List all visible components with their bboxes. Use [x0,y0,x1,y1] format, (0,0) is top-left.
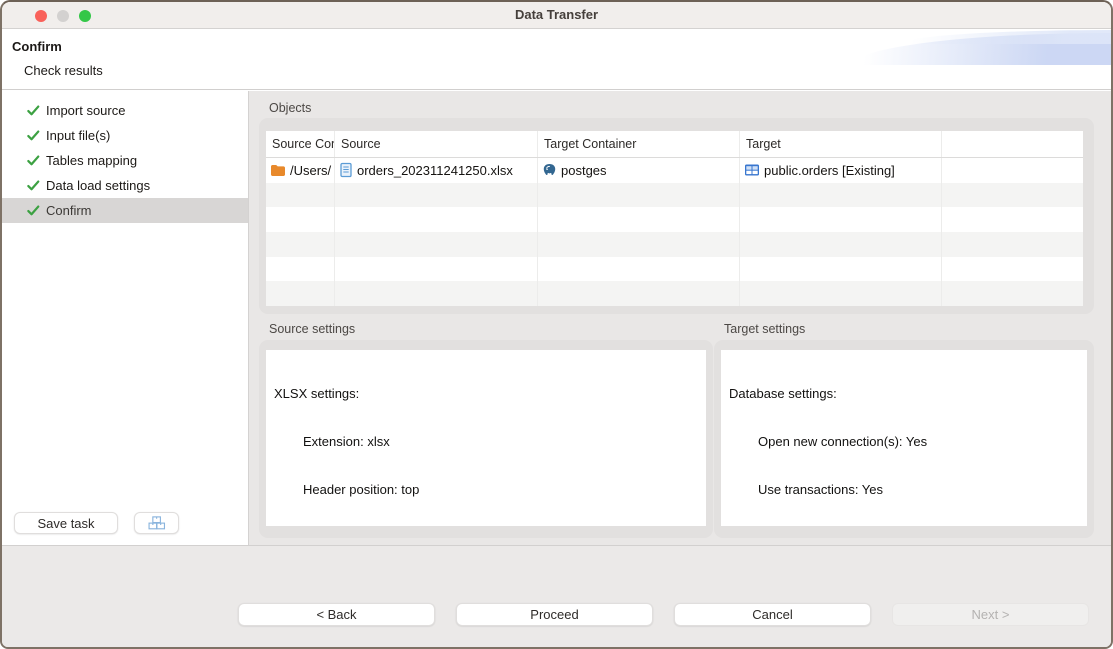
column-header-target-container[interactable]: Target Container [538,131,740,157]
table-row-empty[interactable] [266,232,1083,257]
source-settings-group: XLSX settings: Extension: xlsx Header po… [259,340,713,538]
step-label: Tables mapping [46,153,137,168]
step-label: Data load settings [46,178,150,193]
target-settings-title: Database settings: [729,386,1087,402]
table-icon [744,163,760,177]
check-icon [26,128,41,143]
file-icon [339,162,353,178]
table-row-empty[interactable] [266,183,1083,208]
stacked-boxes-icon [147,515,167,532]
check-icon [26,203,41,218]
table-row-empty[interactable] [266,207,1083,232]
setting-line: Extension: xlsx [274,434,706,450]
next-button: Next > [892,603,1089,626]
column-header-source-container[interactable]: Source Container [266,131,335,157]
check-icon [26,178,41,193]
check-icon [26,153,41,168]
table-row[interactable]: /Users/ orders_202311241250.xlsx postges [266,158,1083,183]
setting-line: Open new connection(s): Yes [729,434,1087,450]
target-settings-text: Database settings: Open new connection(s… [721,350,1087,526]
column-header-empty [942,131,1083,157]
save-task-button[interactable]: Save task [14,512,118,534]
step-label: Import source [46,103,125,118]
check-icon [26,103,41,118]
source-cell: orders_202311241250.xlsx [357,163,513,178]
wizard-steps-sidebar: Import source Input file(s) Tables mappi… [2,91,249,545]
step-label: Confirm [46,203,92,218]
source-container-cell: /Users/ [290,163,331,178]
setting-line: Header position: top [274,482,706,498]
objects-table: Source Container Source Target Container… [266,131,1083,306]
cancel-button[interactable]: Cancel [674,603,871,626]
target-cell: public.orders [Existing] [764,163,895,178]
step-import-source[interactable]: Import source [2,98,248,123]
target-settings-group-label: Target settings [724,322,805,336]
page-title: Confirm [12,39,62,54]
objects-table-header: Source Container Source Target Container… [266,131,1083,158]
step-data-load-settings[interactable]: Data load settings [2,173,248,198]
objects-group-label: Objects [269,101,311,115]
steps-list: Import source Input file(s) Tables mappi… [2,91,248,223]
setting-line: Use transactions: Yes [729,482,1087,498]
target-container-cell: postges [561,163,607,178]
banner-swoosh-highlight [901,30,1111,44]
window-title: Data Transfer [2,7,1111,22]
table-row-empty[interactable] [266,257,1083,282]
folder-icon [270,163,286,177]
step-confirm[interactable]: Confirm [2,198,248,223]
confirm-content: Objects Source Container Source Target C… [249,91,1111,545]
back-button[interactable]: < Back [238,603,435,626]
source-settings-text: XLSX settings: Extension: xlsx Header po… [266,350,706,526]
postgresql-icon [542,163,557,178]
main-area: Import source Input file(s) Tables mappi… [2,91,1111,545]
data-transfer-window: Data Transfer Confirm Check results Impo… [0,0,1113,649]
table-row-empty[interactable] [266,281,1083,306]
page-subtitle: Check results [24,63,103,78]
proceed-button[interactable]: Proceed [456,603,653,626]
wizard-banner: Confirm Check results [2,30,1111,90]
column-header-source[interactable]: Source [335,131,538,157]
title-bar: Data Transfer [2,2,1111,29]
objects-group: Source Container Source Target Container… [259,118,1094,314]
footer-bar: < Back Proceed Cancel Next > [2,545,1111,647]
step-tables-mapping[interactable]: Tables mapping [2,148,248,173]
source-settings-title: XLSX settings: [274,386,706,402]
task-list-button[interactable] [134,512,179,534]
column-header-target[interactable]: Target [740,131,942,157]
step-label: Input file(s) [46,128,110,143]
source-settings-group-label: Source settings [269,322,355,336]
step-input-files[interactable]: Input file(s) [2,123,248,148]
target-settings-group: Database settings: Open new connection(s… [714,340,1094,538]
